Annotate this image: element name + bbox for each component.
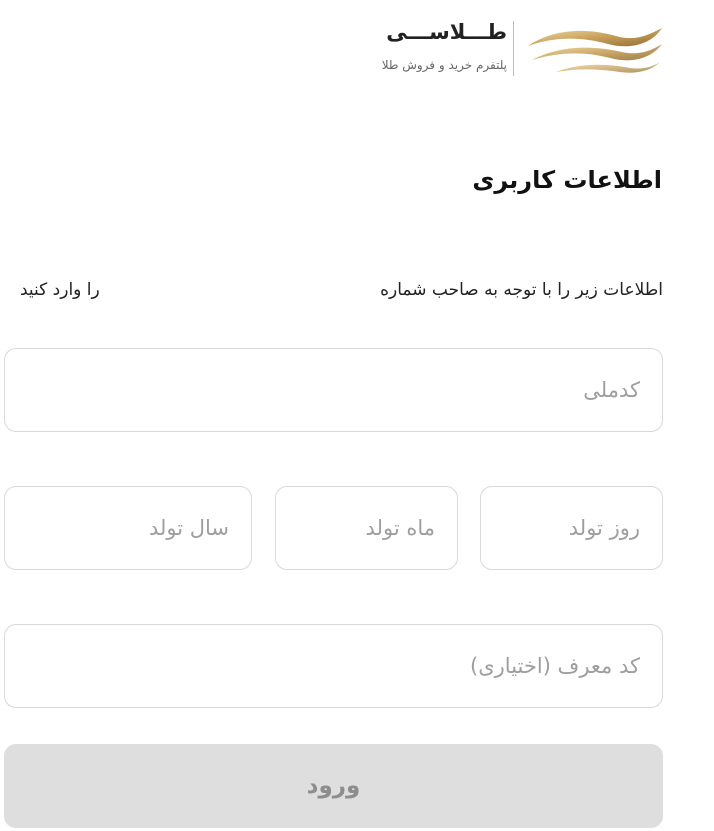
page-title: اطلاعات کاربری	[472, 166, 662, 194]
birth-day-input[interactable]	[480, 486, 663, 570]
instruction-text: اطلاعات زیر را با توجه به صاحب شماره را …	[20, 280, 663, 308]
birth-month-input[interactable]	[275, 486, 458, 570]
instruction-main: اطلاعات زیر را با توجه به صاحب شماره	[380, 280, 663, 300]
brand-name: طـــلاســـی	[386, 20, 507, 44]
instruction-tail: را وارد کنید	[20, 280, 100, 300]
brand-header: طـــلاســـی پلتفرم خرید و فروش طلا	[360, 16, 665, 80]
birth-year-input[interactable]	[4, 486, 252, 570]
national-id-input[interactable]	[4, 348, 663, 432]
gold-waves-logo-icon	[528, 28, 662, 73]
login-submit-button[interactable]: ورود	[4, 744, 663, 828]
referral-code-input[interactable]	[4, 624, 663, 708]
brand-divider	[513, 21, 514, 76]
brand-tagline: پلتفرم خرید و فروش طلا	[381, 58, 507, 72]
